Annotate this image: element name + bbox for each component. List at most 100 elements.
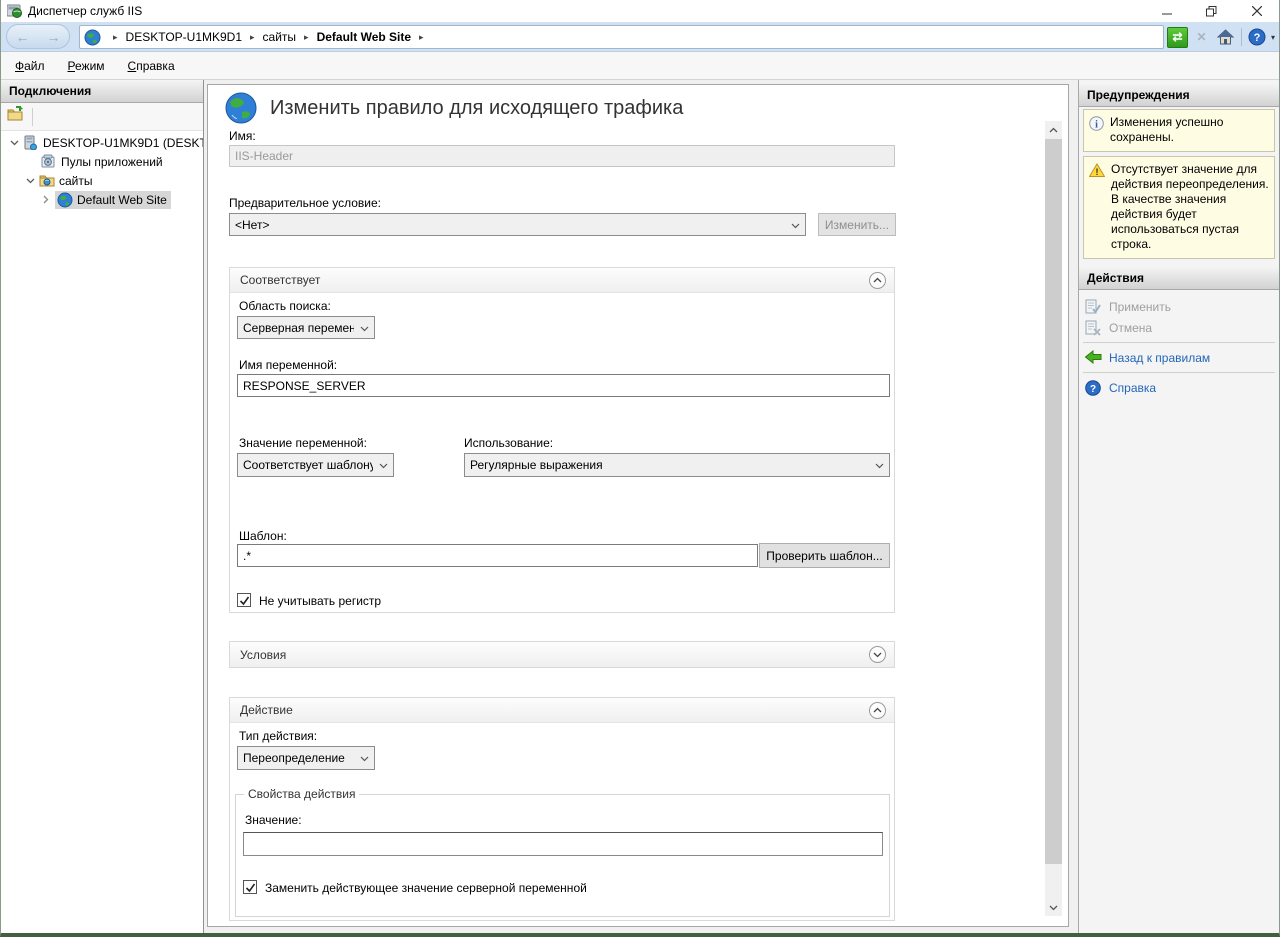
using-select[interactable]: Регулярные выражения <box>464 453 890 477</box>
actions-separator <box>1083 342 1275 343</box>
alerts-header: Предупреждения <box>1079 84 1279 107</box>
conditions-section-title: Условия <box>240 648 286 662</box>
tree-item-server[interactable]: DESKTOP-U1MK9D1 (DESKTOP <box>9 133 203 152</box>
menu-help[interactable]: Справка <box>119 54 184 78</box>
cancel-label: Отмена <box>1109 321 1152 335</box>
variable-name-label: Имя переменной: <box>239 358 337 372</box>
ignore-case-checkbox[interactable] <box>237 593 251 607</box>
close-button[interactable] <box>1234 0 1279 22</box>
menu-file[interactable]: Файл <box>6 54 54 78</box>
alert-warning: ! Отсутствует значение для действия пере… <box>1083 156 1275 259</box>
precondition-value: <Нет> <box>235 218 269 232</box>
vertical-scrollbar[interactable] <box>1045 121 1062 916</box>
action-value-label: Значение: <box>245 813 302 827</box>
action-properties-legend: Свойства действия <box>244 787 359 801</box>
pattern-input[interactable]: .* <box>237 544 758 567</box>
precondition-select[interactable]: <Нет> <box>229 213 806 236</box>
collapse-section-icon[interactable] <box>869 702 886 719</box>
actions-separator <box>1083 372 1275 373</box>
help-dropdown-caret-icon[interactable]: ▾ <box>1271 33 1275 42</box>
tree-item-label: сайты <box>59 174 93 188</box>
help-circle-icon: ? <box>1085 380 1101 396</box>
cancel-action: Отмена <box>1079 317 1279 338</box>
breadcrumb-segment-sites[interactable]: сайты <box>263 30 297 44</box>
tree-item-app-pools[interactable]: Пулы приложений <box>41 152 163 171</box>
help-label[interactable]: Справка <box>1109 381 1156 395</box>
scrollbar-thumb[interactable] <box>1045 139 1062 864</box>
replace-value-label[interactable]: Заменить действующее значение серверной … <box>265 881 587 895</box>
tree-item-sites[interactable]: сайты <box>25 171 93 190</box>
using-value: Регулярные выражения <box>470 458 603 472</box>
connections-toolbar <box>1 103 203 131</box>
variable-value-label: Значение переменной: <box>239 436 367 450</box>
alert-warning-text: Отсутствует значение для действия переоп… <box>1111 162 1270 252</box>
site-globe-icon <box>84 29 101 46</box>
help-action[interactable]: ? Справка <box>1079 377 1279 398</box>
breadcrumb[interactable]: ▸ DESKTOP-U1MK9D1 ▸ сайты ▸ Default Web … <box>79 25 1164 49</box>
forward-icon[interactable]: → <box>47 29 61 45</box>
breadcrumb-arrow-icon: ▸ <box>419 32 424 43</box>
scope-value: Серверная переменн <box>243 321 354 335</box>
chevron-down-icon <box>360 751 369 765</box>
cancel-icon <box>1085 320 1101 336</box>
expand-collapse-icon[interactable] <box>25 176 35 186</box>
expand-collapse-icon[interactable] <box>41 195 51 205</box>
expand-collapse-icon[interactable] <box>9 138 19 148</box>
variable-name-input[interactable]: RESPONSE_SERVER <box>237 374 890 397</box>
scroll-down-icon[interactable] <box>1045 899 1062 916</box>
breadcrumb-arrow-icon: ▸ <box>113 32 118 43</box>
tree-item-default-web-site[interactable]: Default Web Site <box>41 190 171 209</box>
minimize-button[interactable] <box>1144 0 1189 22</box>
breadcrumb-arrow-icon: ▸ <box>304 32 309 43</box>
tree-item-label: Пулы приложений <box>61 155 163 169</box>
save-connection-icon[interactable] <box>7 106 24 127</box>
replace-value-checkbox[interactable] <box>243 880 257 894</box>
edit-outbound-rule-page: Изменить правило для исходящего трафика … <box>207 84 1069 927</box>
help-icon[interactable]: ? <box>1247 27 1268 48</box>
apply-icon <box>1085 299 1101 315</box>
toolbar-divider <box>1241 28 1242 46</box>
back-to-rules-action[interactable]: Назад к правилам <box>1079 347 1279 368</box>
stop-icon: ✕ <box>1191 27 1212 48</box>
address-bar: ← → ▸ DESKTOP-U1MK9D1 ▸ сайты ▸ Default … <box>1 22 1279 52</box>
back-arrow-icon <box>1085 350 1101 366</box>
home-icon[interactable] <box>1215 27 1236 48</box>
collapse-section-icon[interactable] <box>869 272 886 289</box>
info-icon: i <box>1089 116 1104 145</box>
back-to-rules-label[interactable]: Назад к правилам <box>1109 351 1210 365</box>
action-type-value: Переопределение <box>243 751 345 765</box>
action-value-input[interactable] <box>243 832 883 856</box>
selected-tree-item: Default Web Site <box>55 191 171 209</box>
svg-text:i: i <box>1095 120 1098 131</box>
iis-manager-window: Диспетчер служб IIS ← → ▸ DESKTOP-U1MK9D… <box>0 0 1280 937</box>
breadcrumb-segment-default-web-site[interactable]: Default Web Site <box>317 30 411 44</box>
chevron-down-icon <box>791 218 800 232</box>
menu-bar: Файл Режим Справка <box>1 52 1279 80</box>
right-panel: Предупреждения i Изменения успешно сохра… <box>1078 80 1279 933</box>
conditions-section: Условия <box>229 641 895 668</box>
page-globe-icon <box>224 91 258 125</box>
back-icon[interactable]: ← <box>16 29 30 45</box>
menu-view[interactable]: Режим <box>59 54 114 78</box>
action-type-select[interactable]: Переопределение <box>237 746 375 770</box>
breadcrumb-segment-server[interactable]: DESKTOP-U1MK9D1 <box>126 30 242 44</box>
test-pattern-button[interactable]: Проверить шаблон... <box>759 543 890 568</box>
edit-precondition-button: Изменить... <box>818 213 896 236</box>
refresh-icon[interactable]: ⇄ <box>1167 27 1188 48</box>
chevron-down-icon <box>360 321 369 335</box>
apply-action: Применить <box>1079 296 1279 317</box>
ignore-case-label[interactable]: Не учитывать регистр <box>259 594 381 608</box>
globe-icon <box>57 192 73 208</box>
breadcrumb-arrow-icon: ▸ <box>250 32 255 43</box>
window-title: Диспетчер служб IIS <box>28 4 142 18</box>
scope-select[interactable]: Серверная переменн <box>237 316 375 339</box>
svg-text:!: ! <box>1096 167 1099 177</box>
scroll-up-icon[interactable] <box>1045 121 1062 138</box>
actions-header: Действия <box>1079 267 1279 290</box>
variable-value-select[interactable]: Соответствует шаблону <box>237 453 394 477</box>
server-icon <box>23 135 39 151</box>
tree-item-label: Default Web Site <box>77 193 167 207</box>
alert-info: i Изменения успешно сохранены. <box>1083 109 1275 152</box>
restore-button[interactable] <box>1189 0 1234 22</box>
expand-section-icon[interactable] <box>869 646 886 663</box>
